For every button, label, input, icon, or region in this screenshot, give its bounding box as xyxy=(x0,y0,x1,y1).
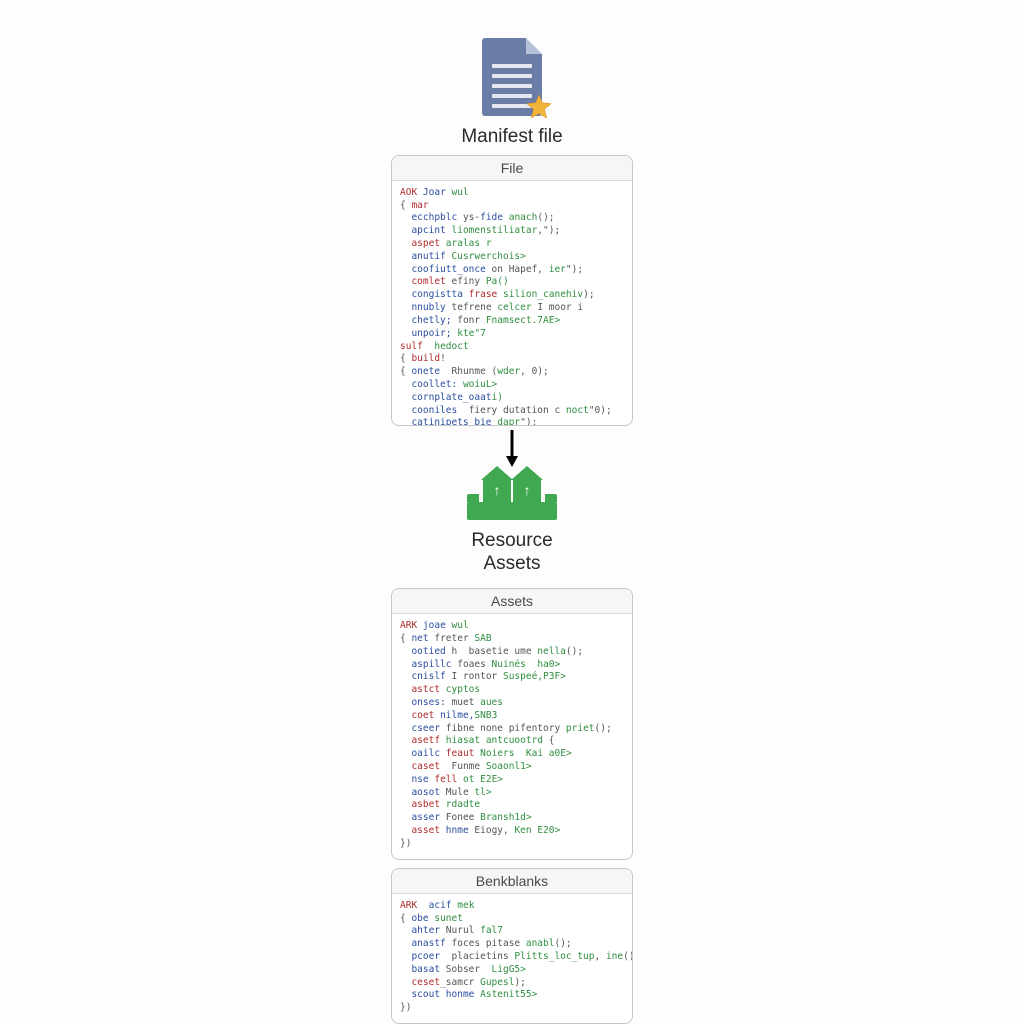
star-icon xyxy=(526,94,552,120)
manifest-file-icon xyxy=(482,38,542,116)
benkblanks-panel-header: Benkblanks xyxy=(392,869,632,894)
benkblanks-code: ARK acif mek { obe sunet ahter Nurul fal… xyxy=(392,894,632,1023)
manifest-code: AOK Joar wul { mar ecchpblc ys-fide anac… xyxy=(392,181,632,426)
assets-panel-header: Assets xyxy=(392,589,632,614)
assets-title: Resource Assets xyxy=(471,530,552,576)
manifest-panel-header: File xyxy=(392,156,632,181)
manifest-title: Manifest file xyxy=(461,126,562,149)
arrow-down-icon xyxy=(504,430,520,468)
resource-assets-icon: ↑ ↑ xyxy=(467,470,557,521)
manifest-code-panel: File AOK Joar wul { mar ecchpblc ys-fide… xyxy=(391,155,633,426)
assets-code: ARK joae wul { net freter SAB ootied h b… xyxy=(392,614,632,859)
assets-code-panel: Assets ARK joae wul { net freter SAB oot… xyxy=(391,588,633,860)
benkblanks-code-panel: Benkblanks ARK acif mek { obe sunet ahte… xyxy=(391,868,633,1024)
